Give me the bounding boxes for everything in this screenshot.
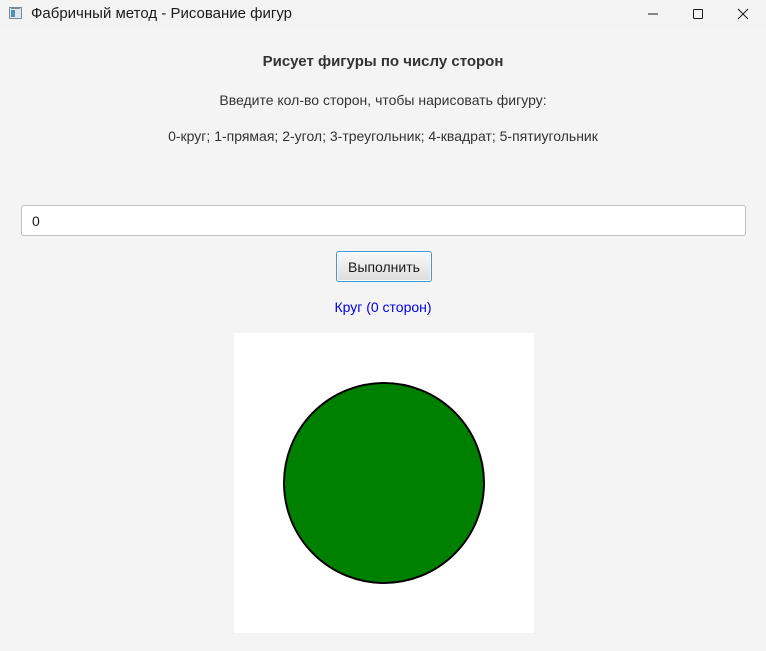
app-icon [9,7,22,19]
execute-button[interactable]: Выполнить [336,251,432,282]
close-button[interactable] [720,0,766,28]
instruction-label: Введите кол-во сторон, чтобы нарисовать … [219,92,547,108]
result-label: Круг (0 сторон) [334,299,432,315]
close-icon [737,8,749,20]
maximize-button[interactable] [675,0,721,28]
app-window: Фабричный метод - Рисование фигур Рисует… [0,0,766,651]
sides-count-input[interactable] [21,205,746,236]
minimize-button[interactable] [630,0,676,28]
drawn-circle-shape [283,382,485,584]
page-heading: Рисует фигуры по числу сторон [262,53,504,70]
shape-legend-label: 0-круг; 1-прямая; 2-угол; 3-треугольник;… [168,128,598,144]
drawing-canvas [234,333,534,633]
drawing-canvas-svg [283,382,485,584]
minimize-icon [648,13,658,15]
maximize-icon [693,9,703,19]
window-title: Фабричный метод - Рисование фигур [31,5,293,22]
title-bar: Фабричный метод - Рисование фигур [0,0,766,28]
